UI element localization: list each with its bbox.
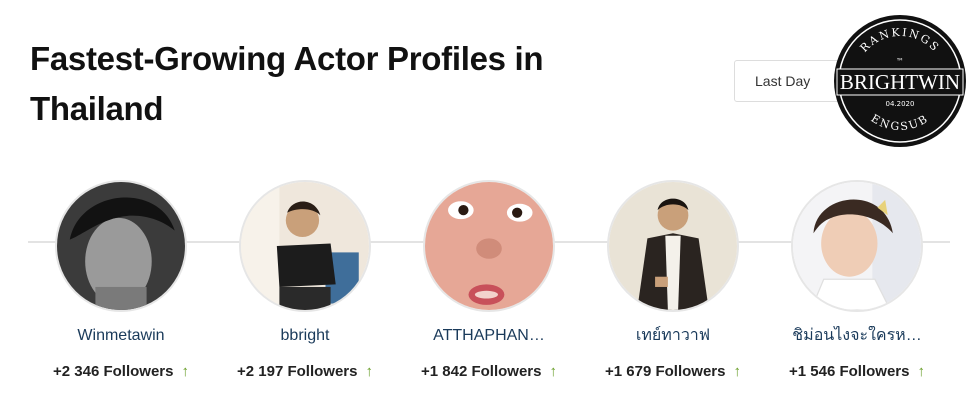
svg-text:04.2020: 04.2020 <box>886 100 915 108</box>
profile-card: ATTHAPHAN… +1 842 Followers ↑ <box>404 180 574 382</box>
avatar[interactable] <box>791 180 923 312</box>
up-arrow-icon: ↑ <box>181 363 189 380</box>
page-title: Fastest-Growing Actor Profiles in Thaila… <box>30 40 544 127</box>
profile-card: เทย์ทาวาฟ +1 679 Followers ↑ <box>588 180 758 382</box>
follower-growth: +2 197 Followers ↑ <box>237 363 373 380</box>
profile-card: bbright +2 197 Followers ↑ <box>220 180 390 382</box>
profile-card: Winmetawin +2 346 Followers ↑ <box>36 180 206 382</box>
avatar[interactable] <box>55 180 187 312</box>
up-arrow-icon: ↑ <box>917 363 925 380</box>
brightwin-rankings-badge: RANKINGS ™ BRIGHTWIN 04.2020 ENGSUB <box>834 15 966 147</box>
svg-text:™: ™ <box>896 57 904 66</box>
profile-name-link[interactable]: Winmetawin <box>36 326 206 346</box>
avatar[interactable] <box>239 180 371 312</box>
follower-growth: +1 679 Followers ↑ <box>605 363 741 380</box>
period-select-value: Last Day <box>755 73 811 89</box>
follower-growth: +1 546 Followers ↑ <box>789 363 925 380</box>
up-arrow-icon: ↑ <box>365 363 373 380</box>
profile-card: ชิม่อนไงจะใครห… +1 546 Followers ↑ <box>772 180 942 382</box>
profile-name-link[interactable]: ATTHAPHAN… <box>404 326 574 346</box>
up-arrow-icon: ↑ <box>733 363 741 380</box>
follower-growth: +1 842 Followers ↑ <box>421 363 557 380</box>
avatar[interactable] <box>423 180 555 312</box>
profile-name-link[interactable]: เทย์ทาวาฟ <box>588 326 758 346</box>
up-arrow-icon: ↑ <box>549 363 557 380</box>
profile-name-link[interactable]: bbright <box>220 326 390 346</box>
avatar[interactable] <box>607 180 739 312</box>
svg-text:BRIGHTWIN: BRIGHTWIN <box>840 70 960 94</box>
follower-growth: +2 346 Followers ↑ <box>53 363 189 380</box>
profile-name-link[interactable]: ชิม่อนไงจะใครห… <box>772 326 942 346</box>
